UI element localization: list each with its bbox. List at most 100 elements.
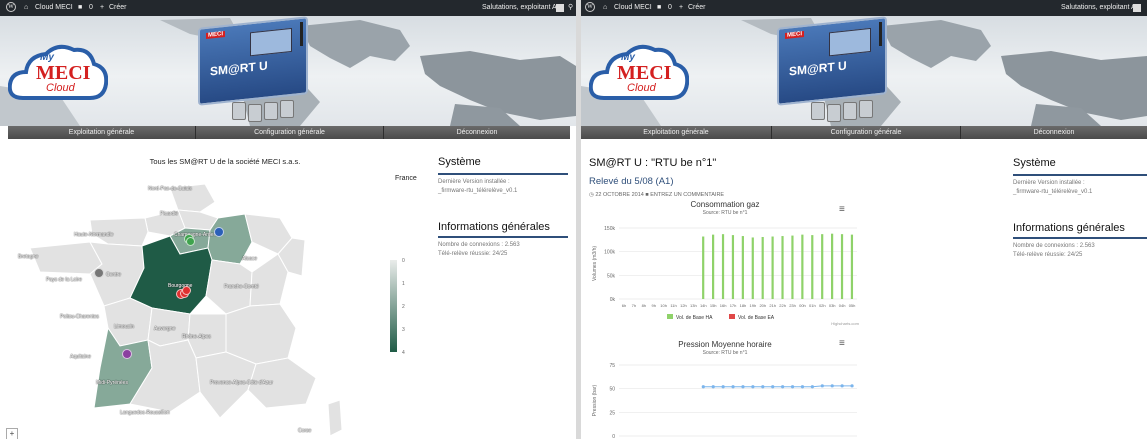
site-link[interactable]: Cloud MECI [614,0,652,16]
logo-cloud: Cloud [46,82,75,94]
region-label: Pays de la Loire [46,277,82,283]
region-corse [327,399,343,437]
comment-count[interactable]: 0 [668,0,672,16]
nav-deconnexion[interactable]: Déconnexion [384,126,570,139]
bar[interactable] [850,234,854,299]
chart-menu-icon[interactable]: ≡ [839,338,845,349]
data-point[interactable] [830,384,834,388]
bar[interactable] [801,234,804,299]
bar[interactable] [721,234,725,299]
chart-credits[interactable]: Highcharts.com [831,321,859,326]
nav-exploitation[interactable]: Exploitation générale [8,126,195,139]
region-label: Franche-Comté [224,284,259,290]
data-point[interactable] [790,385,795,389]
device-badge: MECI [206,30,225,39]
meci-cloud-logo[interactable]: My MECI Cloud [8,38,108,108]
region-label: Poitou-Charentes [60,314,99,320]
bar[interactable] [702,236,705,299]
data-point[interactable] [850,384,854,388]
region-label: Aquitaine [70,354,91,360]
chart-title: Consommation gaz [691,200,760,209]
comment-icon[interactable]: ■ [657,0,661,16]
map-point-extra[interactable] [182,286,191,295]
create-link[interactable]: Créer [688,0,706,16]
device-badge: MECI [785,30,804,39]
greeting-link[interactable]: Salutations, exploitant A [1061,0,1136,16]
x-tick-label: 10h [660,303,667,308]
bar[interactable] [821,234,824,299]
france-choropleth-map [30,183,343,437]
nav-configuration[interactable]: Configuration générale [772,126,960,139]
legend-tick: 0 [402,258,405,264]
systeme-title: Système [438,156,481,168]
data-point[interactable] [741,385,745,389]
search-icon[interactable]: ⚲ [568,0,573,16]
bar[interactable] [751,237,754,299]
data-point[interactable] [721,385,725,389]
bar[interactable] [791,235,794,299]
data-point[interactable] [820,384,824,388]
bar[interactable] [781,236,784,299]
nav-exploitation[interactable]: Exploitation générale [581,126,771,139]
legend-item[interactable]: Vol. de Base HA [676,315,713,321]
data-point[interactable] [761,385,765,389]
chart-menu-icon[interactable]: ≡ [839,204,845,215]
data-point[interactable] [840,384,844,388]
connexions-count: Nombre de connexions : 2.563 [1013,243,1095,249]
data-point[interactable] [731,385,735,389]
legend-swatch[interactable] [729,314,735,319]
greeting-link[interactable]: Salutations, exploitant A [482,0,557,16]
zoom-in-button[interactable]: + [6,428,18,439]
legend-swatch[interactable] [667,314,673,319]
post-comment-link[interactable]: ENTREZ UN COMMENTAIRE [650,192,724,198]
comment-count[interactable]: 0 [89,0,93,16]
home-icon[interactable]: ⌂ [603,0,607,16]
data-point[interactable] [781,385,785,389]
map-legend-bar [390,260,397,352]
x-tick-label: 15h [710,303,717,308]
nav-configuration[interactable]: Configuration générale [196,126,383,139]
map-point-5[interactable] [122,349,132,359]
x-tick-label: 03h [829,303,836,308]
plus-icon[interactable]: + [100,0,104,16]
map-point-extra[interactable] [186,237,195,246]
site-banner: My MECI Cloud MECI SM@RT U [0,16,576,126]
bar[interactable] [811,235,814,299]
bar[interactable] [831,233,834,299]
comment-icon[interactable]: ■ [78,0,82,16]
bar[interactable] [771,236,774,299]
bar[interactable] [712,234,715,299]
info-underline [438,236,568,238]
nav-deconnexion[interactable]: Déconnexion [961,126,1147,139]
bar[interactable] [761,236,764,299]
meci-cloud-logo[interactable]: My MECI Cloud [589,38,689,108]
wordpress-icon[interactable]: W [6,2,16,12]
map-point-3[interactable] [94,268,104,278]
region-label: Haute-Normandie [74,232,114,238]
wordpress-icon[interactable]: W [585,2,595,12]
data-point[interactable] [711,385,715,389]
region-label: Nord-Pas-de-Calais [148,186,192,192]
x-tick-label: 05h [849,303,856,308]
plus-icon[interactable]: + [679,0,683,16]
legend-item[interactable]: Vol. de Base EA [738,315,775,321]
chart-title: Pression Moyenne horaire [678,340,772,349]
avatar[interactable] [556,4,564,12]
home-icon[interactable]: ⌂ [24,0,28,16]
site-link[interactable]: Cloud MECI [35,0,73,16]
data-point[interactable] [800,385,805,389]
avatar[interactable] [1133,4,1141,12]
post-date[interactable]: 22 OCTOBRE 2014 [595,192,644,198]
x-tick-label: 12h [680,303,687,308]
bar[interactable] [741,236,744,299]
bar[interactable] [731,235,735,299]
data-point[interactable] [810,385,814,389]
map-point-2[interactable] [214,227,224,237]
data-point[interactable] [701,385,705,389]
bar[interactable] [840,234,844,299]
data-point[interactable] [771,385,775,389]
region-label: Alsace [242,256,258,262]
create-link[interactable]: Créer [109,0,127,16]
data-point[interactable] [751,385,755,389]
post-title[interactable]: Relevé du 5/08 (A1) [589,176,674,187]
